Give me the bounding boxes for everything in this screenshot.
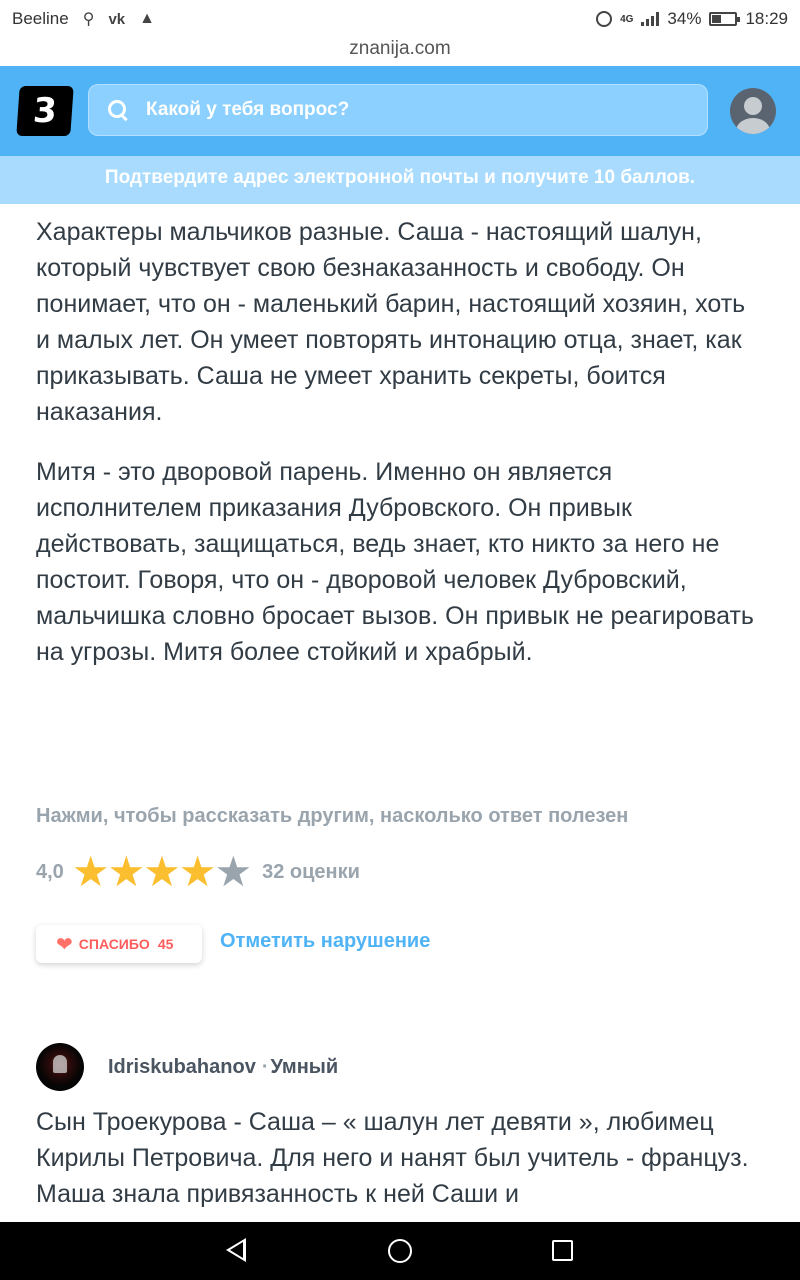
report-violation-link[interactable]: Отметить нарушение — [220, 930, 430, 953]
battery-percent: 34% — [667, 9, 702, 28]
navigation-bar — [0, 1222, 800, 1280]
thanks-count: 45 — [157, 936, 174, 952]
app-header: 3 — [0, 66, 800, 156]
rating-row: 4,0 ★★★★★ 32 оценки — [36, 851, 360, 893]
rank-label: Умный — [270, 1055, 339, 1078]
rate-prompt: Нажми, чтобы рассказать другим, наскольк… — [36, 805, 629, 827]
answer-content: Характеры мальчиков разные. Саша - насто… — [36, 214, 766, 694]
user-rank: · Умный — [262, 1056, 338, 1079]
clock: 18:29 — [745, 9, 788, 28]
answer-paragraph: Митя - это дворовой парень. Именно он яв… — [36, 458, 754, 666]
recent-apps-icon[interactable] — [552, 1240, 573, 1261]
data-saver-icon — [596, 11, 613, 27]
battery-icon — [709, 12, 741, 26]
star-empty-icon[interactable]: ★ — [214, 847, 252, 896]
answer-author: Idriskubahanov · Умный — [36, 1042, 338, 1092]
star-filled-icon[interactable]: ★ — [72, 847, 110, 896]
home-icon[interactable] — [388, 1239, 412, 1263]
rating-stars[interactable]: ★★★★★ — [72, 851, 252, 893]
cleaner-notification-icon: ▲ — [139, 10, 155, 27]
star-filled-icon[interactable]: ★ — [107, 847, 145, 896]
status-right: 4G 34% 18:29 — [596, 9, 788, 29]
search-icon — [106, 98, 130, 122]
rating-value: 4,0 — [36, 860, 64, 883]
email-confirm-banner[interactable]: Подтвердите адрес электронной почты и по… — [0, 156, 800, 204]
username[interactable]: Idriskubahanov — [108, 1056, 256, 1079]
back-icon[interactable] — [226, 1238, 246, 1262]
search-input[interactable] — [146, 99, 666, 121]
answer-paragraph: Сын Троекурова - Саша – « шалун лет девя… — [36, 1108, 749, 1208]
browser-url[interactable]: znanija.com — [0, 38, 800, 66]
thanks-label: СПАСИБО — [78, 936, 150, 952]
answer-paragraph: Характеры мальчиков разные. Саша - насто… — [36, 218, 746, 426]
star-filled-icon[interactable]: ★ — [143, 847, 181, 896]
znanija-logo[interactable]: 3 — [16, 86, 74, 136]
vk-notification-icon: vk — [108, 10, 126, 28]
user-avatar[interactable] — [36, 1043, 84, 1091]
profile-avatar[interactable] — [730, 88, 776, 134]
rank-separator-icon: · — [261, 1055, 269, 1078]
thanks-button[interactable]: ❤ СПАСИБО 45 — [36, 925, 202, 963]
search-notification-icon: ⚲ — [82, 11, 95, 28]
rating-count: 32 оценки — [262, 860, 360, 883]
carrier-name: Beeline — [12, 9, 69, 28]
star-filled-icon[interactable]: ★ — [179, 847, 217, 896]
network-type: 4G — [620, 13, 634, 25]
heart-icon: ❤ — [56, 932, 73, 956]
search-box[interactable] — [88, 84, 708, 136]
status-bar: Beeline ⚲ vk ▲ 4G 34% 18:29 — [0, 0, 800, 38]
status-left: Beeline ⚲ vk ▲ — [12, 9, 155, 29]
signal-icon — [641, 12, 660, 26]
